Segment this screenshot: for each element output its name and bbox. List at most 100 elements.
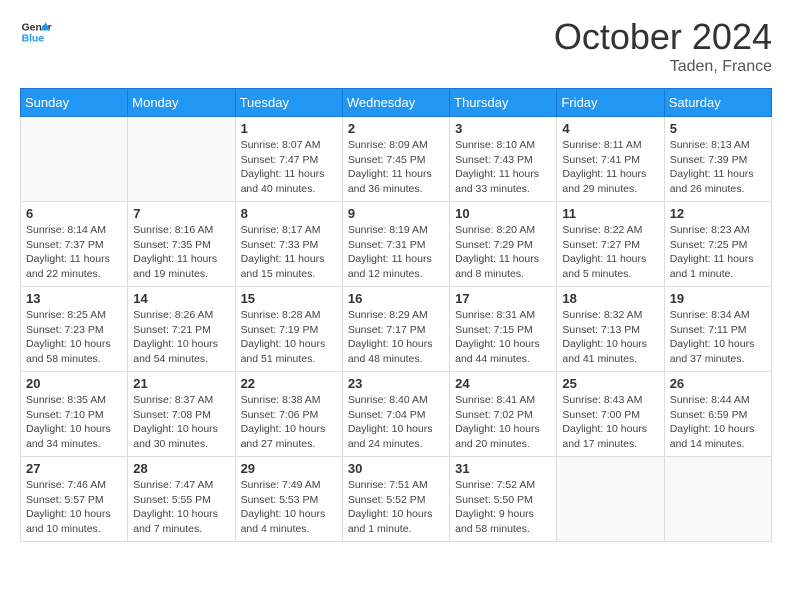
table-row: 20 Sunrise: 8:35 AM Sunset: 7:10 PM Dayli… — [21, 372, 128, 457]
day-number: 22 — [241, 376, 337, 391]
col-monday: Monday — [128, 89, 235, 117]
cell-info: Sunrise: 7:51 AM Sunset: 5:52 PM Dayligh… — [348, 478, 444, 537]
table-row — [128, 117, 235, 202]
cell-info: Sunrise: 7:49 AM Sunset: 5:53 PM Dayligh… — [241, 478, 337, 537]
table-row: 30 Sunrise: 7:51 AM Sunset: 5:52 PM Dayli… — [342, 457, 449, 542]
col-saturday: Saturday — [664, 89, 771, 117]
header: General Blue October 2024 Taden, France — [20, 16, 772, 76]
table-row: 6 Sunrise: 8:14 AM Sunset: 7:37 PM Daylig… — [21, 202, 128, 287]
calendar-week-row: 13 Sunrise: 8:25 AM Sunset: 7:23 PM Dayli… — [21, 287, 772, 372]
table-row: 9Sunrise: 8:19 AM Sunset: 7:31 PM Daylig… — [342, 202, 449, 287]
cell-info: Sunrise: 8:07 AM Sunset: 7:47 PM Dayligh… — [241, 138, 337, 197]
cell-info: Sunrise: 8:22 AM Sunset: 7:27 PM Dayligh… — [562, 223, 658, 282]
table-row: 10Sunrise: 8:20 AM Sunset: 7:29 PM Dayli… — [450, 202, 557, 287]
cell-info: Sunrise: 8:29 AM Sunset: 7:17 PM Dayligh… — [348, 308, 444, 367]
cell-info: Sunrise: 8:11 AM Sunset: 7:41 PM Dayligh… — [562, 138, 658, 197]
cell-info: Sunrise: 8:14 AM Sunset: 7:37 PM Dayligh… — [26, 223, 122, 282]
calendar-week-row: 1 Sunrise: 8:07 AM Sunset: 7:47 PM Daylig… — [21, 117, 772, 202]
day-number: 16 — [348, 291, 444, 306]
cell-info: Sunrise: 8:40 AM Sunset: 7:04 PM Dayligh… — [348, 393, 444, 452]
table-row: 2Sunrise: 8:09 AM Sunset: 7:45 PM Daylig… — [342, 117, 449, 202]
day-number: 13 — [26, 291, 122, 306]
col-thursday: Thursday — [450, 89, 557, 117]
table-row: 15 Sunrise: 8:28 AM Sunset: 7:19 PM Dayli… — [235, 287, 342, 372]
col-sunday: Sunday — [21, 89, 128, 117]
cell-info: Sunrise: 8:38 AM Sunset: 7:06 PM Dayligh… — [241, 393, 337, 452]
cell-info: Sunrise: 8:17 AM Sunset: 7:33 PM Dayligh… — [241, 223, 337, 282]
table-row: 12Sunrise: 8:23 AM Sunset: 7:25 PM Dayli… — [664, 202, 771, 287]
subtitle: Taden, France — [554, 58, 772, 76]
day-number: 15 — [241, 291, 337, 306]
month-title: October 2024 — [554, 16, 772, 58]
table-row: 8 Sunrise: 8:17 AM Sunset: 7:33 PM Daylig… — [235, 202, 342, 287]
day-number: 25 — [562, 376, 658, 391]
table-row: 4Sunrise: 8:11 AM Sunset: 7:41 PM Daylig… — [557, 117, 664, 202]
table-row: 17 Sunrise: 8:31 AM Sunset: 7:15 PM Dayli… — [450, 287, 557, 372]
calendar-week-row: 20 Sunrise: 8:35 AM Sunset: 7:10 PM Dayli… — [21, 372, 772, 457]
day-number: 10 — [455, 206, 551, 221]
day-number: 11 — [562, 206, 658, 221]
cell-info: Sunrise: 8:28 AM Sunset: 7:19 PM Dayligh… — [241, 308, 337, 367]
table-row: 31 Sunrise: 7:52 AM Sunset: 5:50 PM Dayli… — [450, 457, 557, 542]
cell-info: Sunrise: 8:32 AM Sunset: 7:13 PM Dayligh… — [562, 308, 658, 367]
table-row: 22 Sunrise: 8:38 AM Sunset: 7:06 PM Dayli… — [235, 372, 342, 457]
day-number: 23 — [348, 376, 444, 391]
day-number: 6 — [26, 206, 122, 221]
table-row — [664, 457, 771, 542]
table-row: 11 Sunrise: 8:22 AM Sunset: 7:27 PM Dayli… — [557, 202, 664, 287]
table-row: 16 Sunrise: 8:29 AM Sunset: 7:17 PM Dayli… — [342, 287, 449, 372]
cell-info: Sunrise: 8:10 AM Sunset: 7:43 PM Dayligh… — [455, 138, 551, 197]
svg-text:Blue: Blue — [22, 34, 45, 45]
day-number: 26 — [670, 376, 766, 391]
page: General Blue October 2024 Taden, France … — [0, 0, 792, 558]
table-row: 26 Sunrise: 8:44 AM Sunset: 6:59 PM Dayli… — [664, 372, 771, 457]
day-number: 31 — [455, 461, 551, 476]
day-number: 20 — [26, 376, 122, 391]
day-number: 28 — [133, 461, 229, 476]
cell-info: Sunrise: 8:31 AM Sunset: 7:15 PM Dayligh… — [455, 308, 551, 367]
table-row — [557, 457, 664, 542]
table-row: 27Sunrise: 7:46 AM Sunset: 5:57 PM Dayli… — [21, 457, 128, 542]
day-number: 27 — [26, 461, 122, 476]
day-number: 29 — [241, 461, 337, 476]
day-number: 8 — [241, 206, 337, 221]
cell-info: Sunrise: 8:35 AM Sunset: 7:10 PM Dayligh… — [26, 393, 122, 452]
day-number: 21 — [133, 376, 229, 391]
cell-info: Sunrise: 8:25 AM Sunset: 7:23 PM Dayligh… — [26, 308, 122, 367]
cell-info: Sunrise: 7:52 AM Sunset: 5:50 PM Dayligh… — [455, 478, 551, 537]
table-row: 19 Sunrise: 8:34 AM Sunset: 7:11 PM Dayli… — [664, 287, 771, 372]
col-wednesday: Wednesday — [342, 89, 449, 117]
logo: General Blue — [20, 16, 52, 48]
day-number: 19 — [670, 291, 766, 306]
day-number: 1 — [241, 121, 337, 136]
day-number: 24 — [455, 376, 551, 391]
day-number: 7 — [133, 206, 229, 221]
day-number: 18 — [562, 291, 658, 306]
table-row — [21, 117, 128, 202]
calendar-week-row: 6 Sunrise: 8:14 AM Sunset: 7:37 PM Daylig… — [21, 202, 772, 287]
day-number: 30 — [348, 461, 444, 476]
col-tuesday: Tuesday — [235, 89, 342, 117]
table-row: 29 Sunrise: 7:49 AM Sunset: 5:53 PM Dayli… — [235, 457, 342, 542]
day-number: 2 — [348, 121, 444, 136]
cell-info: Sunrise: 8:23 AM Sunset: 7:25 PM Dayligh… — [670, 223, 766, 282]
table-row: 3 Sunrise: 8:10 AM Sunset: 7:43 PM Daylig… — [450, 117, 557, 202]
cell-info: Sunrise: 8:34 AM Sunset: 7:11 PM Dayligh… — [670, 308, 766, 367]
cell-info: Sunrise: 8:26 AM Sunset: 7:21 PM Dayligh… — [133, 308, 229, 367]
table-row: 14 Sunrise: 8:26 AM Sunset: 7:21 PM Dayli… — [128, 287, 235, 372]
cell-info: Sunrise: 8:19 AM Sunset: 7:31 PM Dayligh… — [348, 223, 444, 282]
table-row: 7Sunrise: 8:16 AM Sunset: 7:35 PM Daylig… — [128, 202, 235, 287]
day-number: 3 — [455, 121, 551, 136]
calendar-table: Sunday Monday Tuesday Wednesday Thursday… — [20, 88, 772, 542]
cell-info: Sunrise: 7:47 AM Sunset: 5:55 PM Dayligh… — [133, 478, 229, 537]
day-number: 5 — [670, 121, 766, 136]
table-row: 24Sunrise: 8:41 AM Sunset: 7:02 PM Dayli… — [450, 372, 557, 457]
table-row: 1 Sunrise: 8:07 AM Sunset: 7:47 PM Daylig… — [235, 117, 342, 202]
cell-info: Sunrise: 8:44 AM Sunset: 6:59 PM Dayligh… — [670, 393, 766, 452]
day-number: 17 — [455, 291, 551, 306]
day-number: 14 — [133, 291, 229, 306]
calendar-header-row: Sunday Monday Tuesday Wednesday Thursday… — [21, 89, 772, 117]
cell-info: Sunrise: 8:37 AM Sunset: 7:08 PM Dayligh… — [133, 393, 229, 452]
title-block: October 2024 Taden, France — [554, 16, 772, 76]
logo-icon: General Blue — [20, 16, 52, 48]
